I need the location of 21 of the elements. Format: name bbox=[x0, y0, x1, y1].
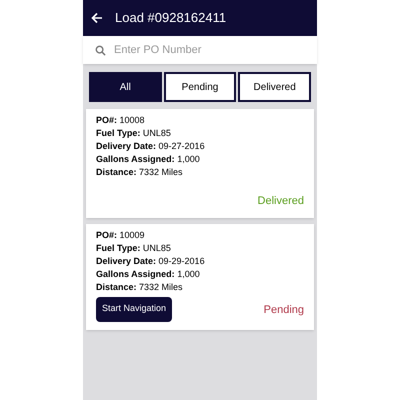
order-detail: Delivery Date: 09-27-2016 bbox=[96, 140, 206, 153]
filter-tab[interactable]: All bbox=[89, 72, 162, 102]
order-detail: Distance: 7332 Miles bbox=[96, 166, 184, 179]
load-title: Load #0928162411 bbox=[115, 9, 226, 28]
order-detail: PO#: 10009 bbox=[96, 228, 146, 242]
back-arrow-icon[interactable] bbox=[91, 12, 103, 24]
status-label: Pending bbox=[264, 303, 304, 318]
status-label: Delivered bbox=[258, 194, 304, 209]
order-detail: Fuel Type: UNL85 bbox=[96, 242, 172, 254]
order-detail: Fuel Type: UNL85 bbox=[96, 127, 172, 140]
order-detail: Distance: 7332 Miles bbox=[96, 280, 184, 294]
order-detail: Delivery Date: 09-29-2016 bbox=[96, 254, 206, 268]
search-input[interactable]: Enter PO Number bbox=[114, 42, 294, 58]
search-field[interactable]: Enter PO Number bbox=[83, 36, 317, 64]
start-navigation-button[interactable]: Start Navigation bbox=[96, 296, 172, 322]
search-icon bbox=[95, 44, 106, 56]
order-detail: PO#: 10008 bbox=[96, 114, 146, 127]
order-detail: Gallons Assigned: 1,000 bbox=[96, 268, 201, 280]
filter-tab[interactable]: Pending bbox=[164, 72, 236, 102]
order-detail: Gallons Assigned: 1,000 bbox=[96, 153, 201, 166]
filter-tab[interactable]: Delivered bbox=[238, 72, 312, 102]
